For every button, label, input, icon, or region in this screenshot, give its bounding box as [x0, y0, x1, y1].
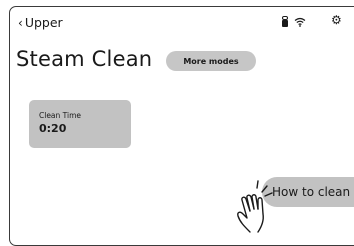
pointing-hand-icon — [237, 180, 273, 233]
back-label: Upper — [24, 15, 63, 30]
more-modes-button[interactable]: More modes — [166, 51, 256, 71]
clean-time-label: Clean Time — [39, 111, 82, 120]
gear-icon[interactable]: ⚙ — [331, 14, 342, 26]
lock-icon — [282, 16, 288, 27]
page-title: Steam Clean — [16, 47, 153, 71]
back-button[interactable]: ‹ Upper — [18, 15, 63, 30]
status-icons — [282, 16, 306, 27]
oven-display-screen: ‹ Upper ⚙ Steam Clean More modes Clean T… — [9, 6, 354, 246]
chevron-left-icon: ‹ — [18, 15, 23, 30]
clean-time-tile[interactable]: Clean Time 0:20 — [29, 100, 131, 148]
clean-time-value: 0:20 — [39, 122, 67, 135]
wifi-icon — [294, 17, 306, 27]
